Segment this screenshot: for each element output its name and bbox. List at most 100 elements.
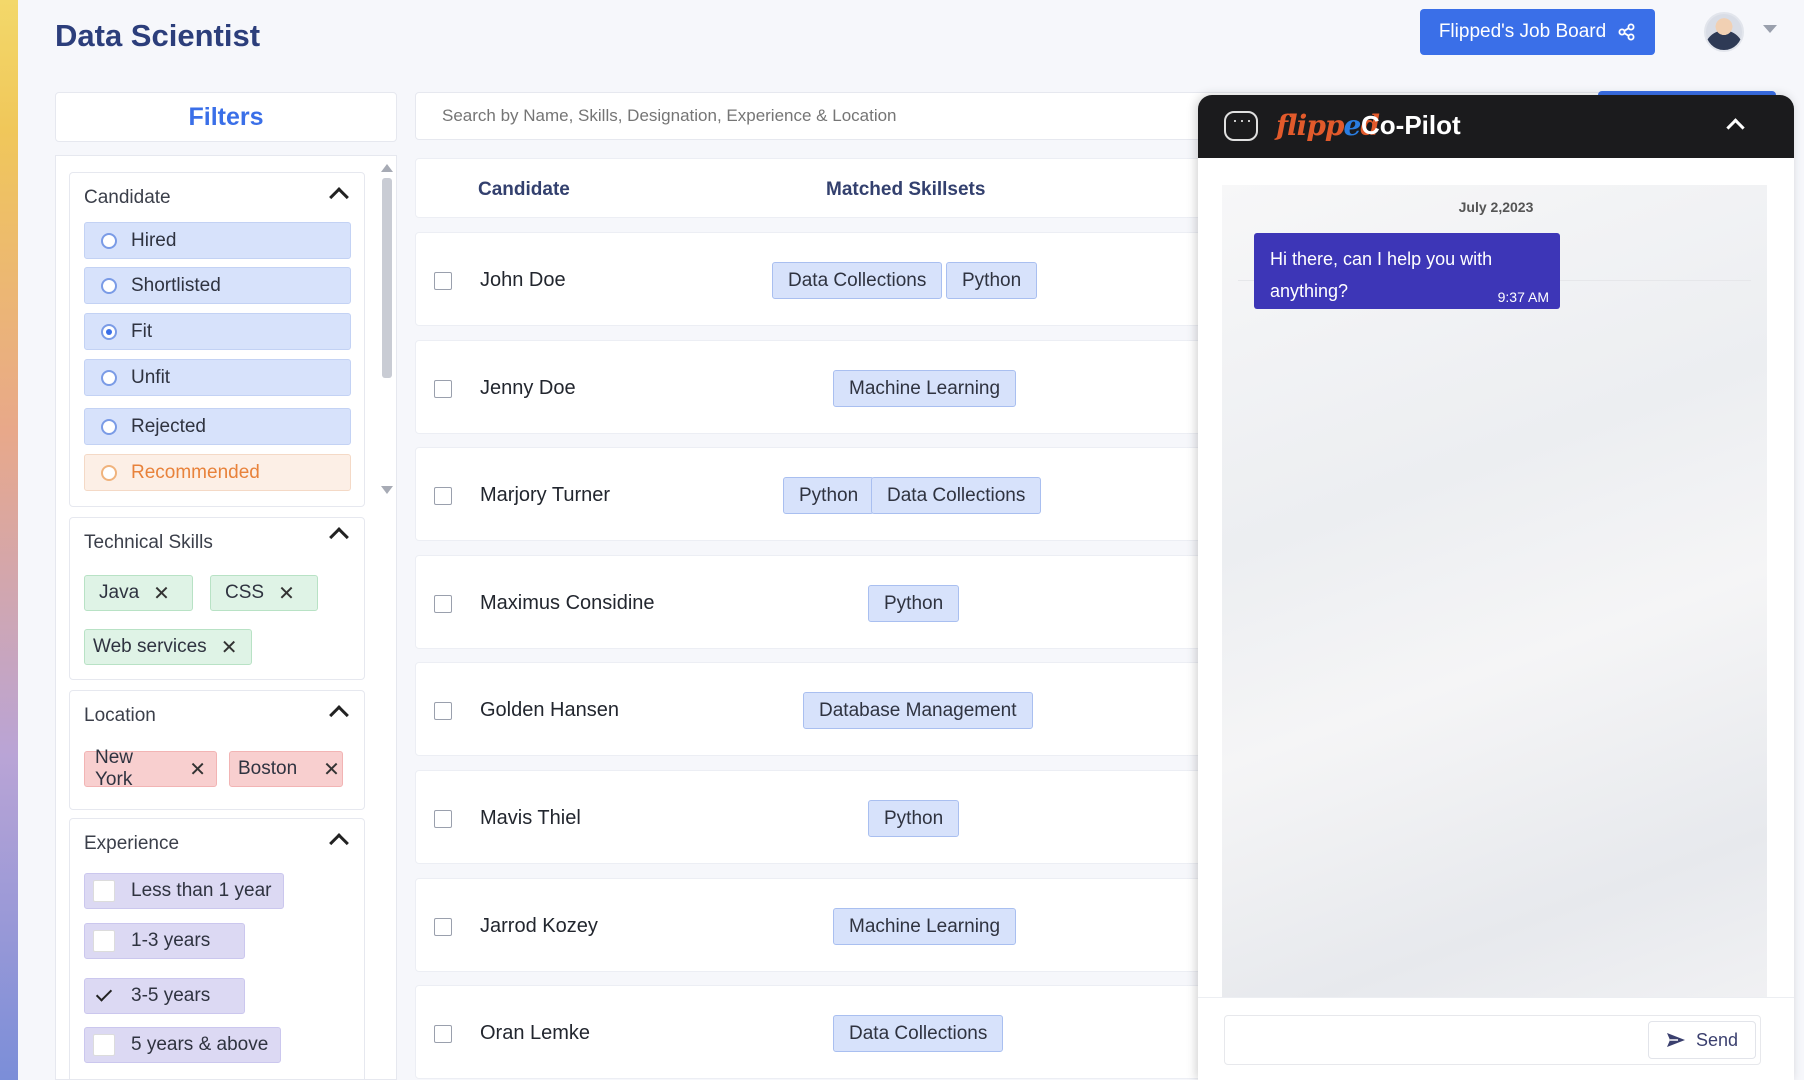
radio-button[interactable] [101,464,117,481]
candidate-option-fit[interactable]: Fit [84,313,351,350]
skill-tag: Python [946,262,1038,299]
candidate-name[interactable]: Jarrod Kozey [480,915,598,938]
skill-chip-css: CSS ✕ [210,575,318,611]
checkbox[interactable] [93,930,115,952]
chip-label: Java [99,582,140,603]
job-board-button[interactable]: Flipped's Job Board [1420,9,1655,55]
table-row[interactable]: Jenny Doe Machine Learning [415,340,1235,434]
candidate-name[interactable]: John Doe [480,269,566,292]
close-icon[interactable]: ✕ [278,581,295,606]
row-checkbox[interactable] [434,810,452,828]
row-checkbox[interactable] [434,487,452,505]
location-filter-section: Location New York ✕ Boston ✕ [69,690,365,810]
close-icon[interactable]: ✕ [221,635,238,660]
option-label: Hired [131,229,177,251]
radio-button[interactable] [101,232,117,249]
job-board-label: Flipped's Job Board [1438,21,1607,42]
close-icon[interactable]: ✕ [323,757,340,782]
candidate-option-shortlisted[interactable]: Shortlisted [84,267,351,304]
candidate-section-title: Candidate [84,187,171,208]
row-checkbox[interactable] [434,702,452,720]
column-header-matched-skillsets[interactable]: Matched Skillsets [826,179,985,201]
candidate-name[interactable]: Jenny Doe [480,377,576,400]
table-row[interactable]: Oran Lemke Data Collections [415,985,1235,1079]
message-time: 9:37 AM [1497,289,1549,305]
column-header-candidate[interactable]: Candidate [478,179,570,201]
location-chip-new-york: New York ✕ [84,747,217,790]
share-icon [1618,23,1635,41]
option-label: 3-5 years [131,985,211,1006]
chip-label: New York [95,747,134,790]
candidate-option-hired[interactable]: Hired [84,222,351,259]
candidate-filter-section: Candidate Hired Shortlisted Fit Unfit Re… [69,172,365,507]
radio-button[interactable] [101,277,117,294]
table-row[interactable]: Golden Hansen Database Management [415,662,1235,756]
option-label: 1-3 years [131,930,211,951]
candidate-option-unfit[interactable]: Unfit [84,359,351,396]
checkmark-icon[interactable] [93,985,115,1007]
table-header: Candidate Matched Skillsets [415,158,1235,218]
experience-option-5-years-above[interactable]: 5 years & above [84,1027,281,1063]
table-row[interactable]: Jarrod Kozey Machine Learning [415,878,1235,972]
skill-chip-java: Java ✕ [84,575,193,611]
page-title: Data Scientist [55,18,261,53]
filters-scrollbar[interactable] [380,164,394,494]
copilot-title: Co-Pilot [1361,110,1461,140]
candidate-option-rejected[interactable]: Rejected [84,408,351,445]
experience-option-less-than-1-year[interactable]: Less than 1 year [84,873,284,909]
chip-label: Boston [238,758,298,779]
location-section-title: Location [84,705,156,726]
chevron-down-icon[interactable] [1763,25,1777,33]
chevron-up-icon[interactable] [329,833,349,853]
chat-date: July 2,2023 [1458,199,1534,215]
scrollbar-thumb[interactable] [382,178,392,378]
skill-tag: Data Collections [871,477,1042,514]
radio-button-selected[interactable] [101,323,117,340]
skill-tag: Machine Learning [833,908,1017,945]
table-row[interactable]: Maximus Considine Python [415,555,1235,649]
chevron-up-icon[interactable] [1726,118,1745,137]
row-checkbox[interactable] [434,380,452,398]
send-button[interactable]: Send [1648,1021,1756,1059]
technical-skills-section-title: Technical Skills [84,532,213,553]
message-text: Hi there, can I help you with anything? [1270,249,1493,301]
row-checkbox[interactable] [434,1025,452,1043]
table-row[interactable]: John Doe Data Collections Python [415,232,1235,326]
experience-filter-section: Experience Less than 1 year 1-3 years 3-… [69,818,365,1079]
table-row[interactable]: Marjory Turner Python Data Collections [415,447,1235,541]
option-label: Shortlisted [131,274,221,296]
radio-button[interactable] [101,369,117,386]
skill-tag: Machine Learning [833,370,1017,407]
scroll-up-icon[interactable] [381,164,393,172]
checkbox[interactable] [93,880,115,902]
experience-option-3-5-years[interactable]: 3-5 years [84,978,245,1014]
close-icon[interactable]: ✕ [189,757,206,782]
row-checkbox[interactable] [434,918,452,936]
experience-option-1-3-years[interactable]: 1-3 years [84,923,245,959]
copilot-panel: flipped Co-Pilot July 2,2023 Hi there, c… [1198,95,1794,1080]
window-edge-gradient [0,0,18,1080]
chevron-up-icon[interactable] [329,187,349,207]
candidate-name[interactable]: Mavis Thiel [480,807,581,830]
radio-button[interactable] [101,418,117,435]
filters-panel: Candidate Hired Shortlisted Fit Unfit Re… [55,155,397,1080]
scroll-down-icon[interactable] [381,486,393,494]
filters-title: Filters [55,92,397,142]
candidate-name[interactable]: Marjory Turner [480,484,610,507]
row-checkbox[interactable] [434,595,452,613]
candidate-option-recommended[interactable]: Recommended [84,454,351,491]
chevron-up-icon[interactable] [329,527,349,547]
user-avatar[interactable] [1704,12,1744,52]
row-checkbox[interactable] [434,272,452,290]
chat-footer: Send [1198,997,1794,1080]
candidate-name[interactable]: Oran Lemke [480,1022,590,1045]
candidate-name[interactable]: Maximus Considine [480,592,655,615]
chip-label: Web services [93,636,207,657]
chevron-up-icon[interactable] [329,705,349,725]
candidate-name[interactable]: Golden Hansen [480,699,619,722]
option-label: Less than 1 year [131,880,272,901]
table-row[interactable]: Mavis Thiel Python [415,770,1235,864]
send-icon [1666,1033,1685,1047]
checkbox[interactable] [93,1034,115,1056]
close-icon[interactable]: ✕ [153,581,170,606]
